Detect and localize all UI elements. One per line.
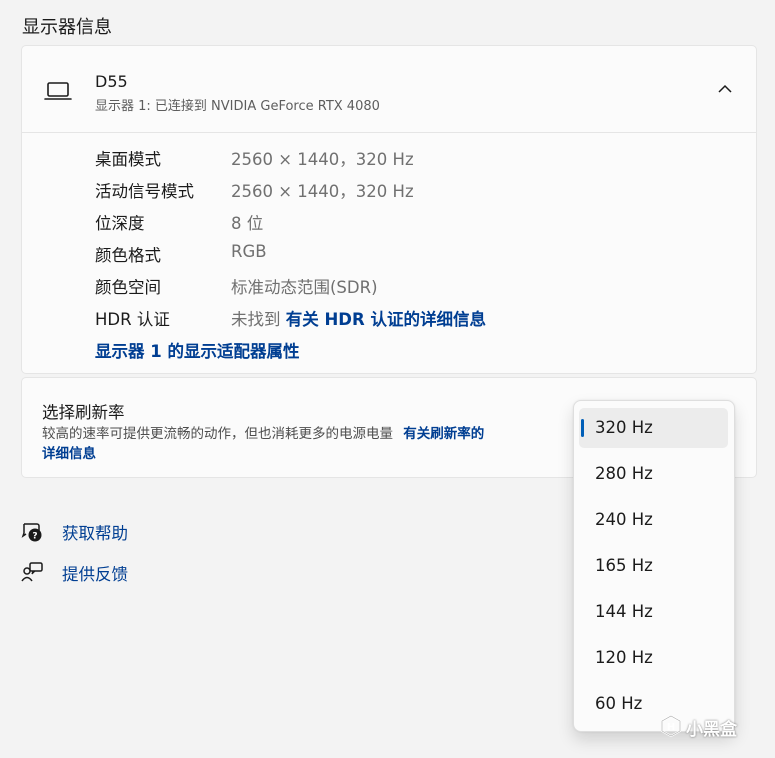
hdr-cert-status: 未找到 xyxy=(231,310,281,329)
prop-value-desktop-mode: 2560 × 1440，320 Hz xyxy=(231,150,414,169)
chevron-up-icon[interactable] xyxy=(716,82,734,96)
refresh-option[interactable]: 144 Hz xyxy=(579,592,728,632)
display-name: D55 xyxy=(95,72,128,91)
refresh-option-label: 240 Hz xyxy=(595,510,653,529)
refresh-rate-dropdown[interactable]: 320 Hz 280 Hz 240 Hz 165 Hz 144 Hz 120 H… xyxy=(573,400,735,732)
display-subtitle: 显示器 1: 已连接到 NVIDIA GeForce RTX 4080 xyxy=(95,99,380,114)
refresh-option-label: 120 Hz xyxy=(595,648,653,667)
refresh-rate-title: 选择刷新率 xyxy=(42,403,125,422)
svg-text:H: H xyxy=(667,722,675,733)
help-chat-icon: ? xyxy=(21,523,42,542)
prop-label-bit-depth: 位深度 xyxy=(95,214,145,233)
prop-label-desktop-mode: 桌面模式 xyxy=(95,150,161,169)
prop-value-color-space: 标准动态范围(SDR) xyxy=(231,278,378,297)
selection-indicator xyxy=(581,419,584,437)
refresh-option-label: 144 Hz xyxy=(595,602,653,621)
feedback-link[interactable]: 提供反馈 xyxy=(21,560,221,588)
page-title: 显示器信息 xyxy=(22,17,112,38)
refresh-option[interactable]: 120 Hz xyxy=(579,638,728,678)
display-header[interactable]: D55 显示器 1: 已连接到 NVIDIA GeForce RTX 4080 xyxy=(22,46,756,133)
prop-label-color-format: 颜色格式 xyxy=(95,246,161,265)
prop-value-color-format: RGB xyxy=(231,242,267,261)
prop-label-active-signal: 活动信号模式 xyxy=(95,182,194,201)
svg-text:?: ? xyxy=(32,532,37,542)
display-adapter-properties-link[interactable]: 显示器 1 的显示适配器属性 xyxy=(95,338,299,362)
refresh-rate-desc-text: 较高的速率可提供更流畅的动作，但也消耗更多的电源电量 xyxy=(42,426,393,442)
refresh-option[interactable]: 320 Hz xyxy=(579,408,728,448)
refresh-rate-info-link-cont[interactable]: 详细信息 xyxy=(42,442,96,462)
watermark: H 小黑盒 xyxy=(660,712,770,742)
refresh-option[interactable]: 240 Hz xyxy=(579,500,728,540)
feedback-icon xyxy=(21,562,43,582)
feedback-label: 提供反馈 xyxy=(62,565,128,584)
get-help-label: 获取帮助 xyxy=(62,524,128,543)
refresh-rate-description: 较高的速率可提供更流畅的动作，但也消耗更多的电源电量 有关刷新率的 xyxy=(42,422,484,442)
refresh-option[interactable]: 165 Hz xyxy=(579,546,728,586)
hdr-cert-link[interactable]: 有关 HDR 认证的详细信息 xyxy=(286,310,486,329)
prop-value-hdr-cert: 未找到 有关 HDR 认证的详细信息 xyxy=(231,306,486,330)
refresh-rate-info-link[interactable]: 有关刷新率的 xyxy=(403,426,484,442)
refresh-option[interactable]: 280 Hz xyxy=(579,454,728,494)
heybox-logo-icon: H xyxy=(661,715,681,737)
get-help-link[interactable]: ? 获取帮助 xyxy=(21,519,221,547)
watermark-text: 小黑盒 xyxy=(686,720,737,740)
refresh-option-label: 320 Hz xyxy=(595,418,653,437)
refresh-option-label: 60 Hz xyxy=(595,694,643,713)
refresh-option-label: 165 Hz xyxy=(595,556,653,575)
prop-label-color-space: 颜色空间 xyxy=(95,278,161,297)
prop-label-hdr-cert: HDR 认证 xyxy=(95,310,170,329)
prop-value-active-signal: 2560 × 1440，320 Hz xyxy=(231,182,414,201)
display-info-card: D55 显示器 1: 已连接到 NVIDIA GeForce RTX 4080 … xyxy=(21,45,757,374)
prop-value-bit-depth: 8 位 xyxy=(231,214,264,233)
refresh-option-label: 280 Hz xyxy=(595,464,653,483)
laptop-icon xyxy=(44,82,72,100)
